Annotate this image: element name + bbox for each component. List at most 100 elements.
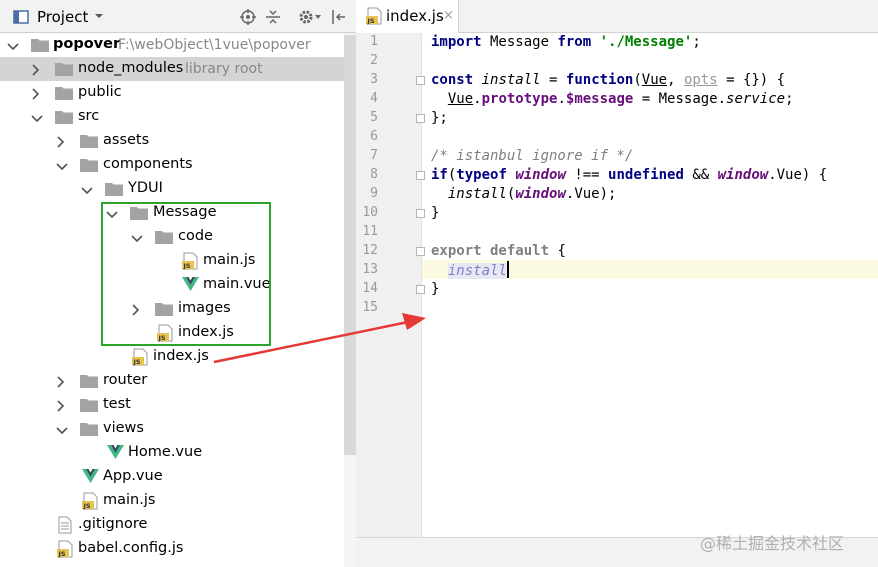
svg-text:JS: JS bbox=[367, 17, 375, 25]
chevron-down-icon[interactable] bbox=[131, 232, 143, 243]
tree-row-router[interactable]: router bbox=[0, 369, 344, 393]
folder-icon bbox=[55, 85, 73, 100]
code-line-10: } bbox=[431, 205, 440, 221]
main-js-src-label: main.js bbox=[103, 492, 156, 508]
code-line-7: /* istanbul ignore if */ bbox=[431, 148, 634, 164]
tree-row-root[interactable]: popover F:\webObject\1vue\popover bbox=[0, 33, 344, 57]
line-number: 15 bbox=[362, 300, 378, 315]
tree-row-code[interactable]: code bbox=[0, 225, 344, 249]
test-label: test bbox=[103, 396, 131, 412]
line-number: 12 bbox=[362, 243, 378, 258]
chevron-right-icon[interactable] bbox=[31, 64, 41, 76]
tree-row-index-js-outer[interactable]: JS index.js bbox=[0, 345, 344, 369]
tree-row-message[interactable]: Message bbox=[0, 201, 344, 225]
tree-row-index-js-inner[interactable]: JS index.js bbox=[0, 321, 344, 345]
root-folder-path: F:\webObject\1vue\popover bbox=[118, 37, 311, 53]
line-number: 6 bbox=[370, 129, 378, 144]
tree-row-test[interactable]: test bbox=[0, 393, 344, 417]
chevron-down-icon[interactable] bbox=[56, 424, 68, 435]
line-number: 1 bbox=[370, 34, 378, 49]
views-label: views bbox=[103, 420, 144, 436]
collapse-icon[interactable] bbox=[264, 8, 282, 26]
dropdown-icon[interactable] bbox=[93, 10, 111, 28]
settings-icon[interactable] bbox=[298, 8, 321, 26]
tree-row-views[interactable]: views bbox=[0, 417, 344, 441]
svg-text:JS: JS bbox=[83, 502, 91, 510]
tree-row-ydui[interactable]: YDUI bbox=[0, 177, 344, 201]
js-file-icon: JS bbox=[81, 492, 98, 510]
router-label: router bbox=[103, 372, 148, 388]
fold-marker-icon[interactable] bbox=[416, 76, 425, 85]
tree-row-babel-config[interactable]: JS babel.config.js bbox=[0, 537, 344, 561]
home-vue-label: Home.vue bbox=[128, 444, 203, 460]
node-modules-label: node_modules bbox=[78, 60, 184, 76]
app-vue-label: App.vue bbox=[103, 468, 163, 484]
main-js-label: main.js bbox=[203, 252, 256, 268]
chevron-down-icon[interactable] bbox=[56, 160, 68, 171]
locate-icon[interactable] bbox=[239, 8, 257, 26]
svg-text:JS: JS bbox=[183, 262, 191, 270]
folder-icon bbox=[55, 109, 73, 124]
fold-marker-icon[interactable] bbox=[416, 209, 425, 218]
folder-icon bbox=[80, 133, 98, 148]
folder-icon bbox=[130, 205, 148, 220]
chevron-down-icon[interactable] bbox=[81, 184, 93, 195]
tab-index-js[interactable]: JS index.js × bbox=[356, 0, 459, 33]
tree-row-main-vue[interactable]: main.vue bbox=[0, 273, 344, 297]
line-number: 3 bbox=[370, 72, 378, 87]
chevron-down-icon[interactable] bbox=[31, 112, 43, 123]
fold-marker-icon[interactable] bbox=[416, 285, 425, 294]
js-file-icon: JS bbox=[156, 324, 173, 342]
message-label: Message bbox=[153, 204, 217, 220]
code-line-8: if(typeof window !== undefined && window… bbox=[431, 167, 828, 183]
tree-row-node-modules[interactable]: node_modules library root bbox=[0, 57, 344, 81]
project-tree: popover F:\webObject\1vue\popover node_m… bbox=[0, 33, 344, 567]
chevron-right-icon[interactable] bbox=[56, 136, 66, 148]
tree-scrollbar-thumb[interactable] bbox=[344, 35, 356, 455]
tree-row-src[interactable]: src bbox=[0, 105, 344, 129]
line-number: 2 bbox=[370, 53, 378, 68]
tree-row-gitignore[interactable]: .gitignore bbox=[0, 513, 344, 537]
vue-file-icon bbox=[182, 276, 199, 294]
chevron-down-icon[interactable] bbox=[7, 40, 19, 51]
fold-marker-icon[interactable] bbox=[416, 114, 425, 123]
chevron-right-icon[interactable] bbox=[31, 88, 41, 100]
tree-row-images[interactable]: images bbox=[0, 297, 344, 321]
tree-row-components[interactable]: components bbox=[0, 153, 344, 177]
svg-text:JS: JS bbox=[158, 334, 166, 342]
folder-icon bbox=[80, 157, 98, 172]
tree-row-assets[interactable]: assets bbox=[0, 129, 344, 153]
code-editor[interactable]: import Message from './Message'; const i… bbox=[431, 33, 878, 537]
tree-row-app-vue[interactable]: App.vue bbox=[0, 465, 344, 489]
tree-row-main-js[interactable]: JS main.js bbox=[0, 489, 344, 513]
js-file-icon: JS bbox=[181, 252, 198, 270]
line-number: 4 bbox=[370, 91, 378, 106]
text-file-icon bbox=[57, 516, 73, 534]
project-view-title[interactable]: Project bbox=[37, 8, 88, 26]
chevron-right-icon[interactable] bbox=[56, 376, 66, 388]
code-line-5: }; bbox=[431, 110, 448, 126]
tree-row-home-vue[interactable]: Home.vue bbox=[0, 441, 344, 465]
index-js-inner-label: index.js bbox=[178, 324, 234, 340]
folder-icon bbox=[105, 181, 123, 196]
js-file-icon: JS bbox=[56, 540, 73, 558]
fold-marker-icon[interactable] bbox=[416, 247, 425, 256]
js-file-icon: JS bbox=[131, 348, 148, 366]
hide-icon[interactable] bbox=[330, 8, 348, 26]
chevron-right-icon[interactable] bbox=[56, 400, 66, 412]
line-number: 11 bbox=[362, 224, 378, 239]
folder-icon bbox=[55, 61, 73, 76]
code-line-4: Vue.prototype.$message = Message.service… bbox=[447, 91, 794, 107]
tree-row-public[interactable]: public bbox=[0, 81, 344, 105]
watermark: @稀土掘金技术社区 bbox=[700, 534, 845, 553]
tree-row-main-js-inner[interactable]: JS main.js bbox=[0, 249, 344, 273]
code-label: code bbox=[178, 228, 213, 244]
chevron-down-icon[interactable] bbox=[106, 208, 118, 219]
ydui-label: YDUI bbox=[128, 180, 163, 196]
code-line-12: export default { bbox=[431, 243, 566, 259]
code-line-14: } bbox=[431, 281, 440, 297]
close-icon[interactable]: × bbox=[443, 8, 454, 23]
gitignore-label: .gitignore bbox=[78, 516, 148, 532]
chevron-right-icon[interactable] bbox=[131, 304, 141, 316]
fold-marker-icon[interactable] bbox=[416, 171, 425, 180]
